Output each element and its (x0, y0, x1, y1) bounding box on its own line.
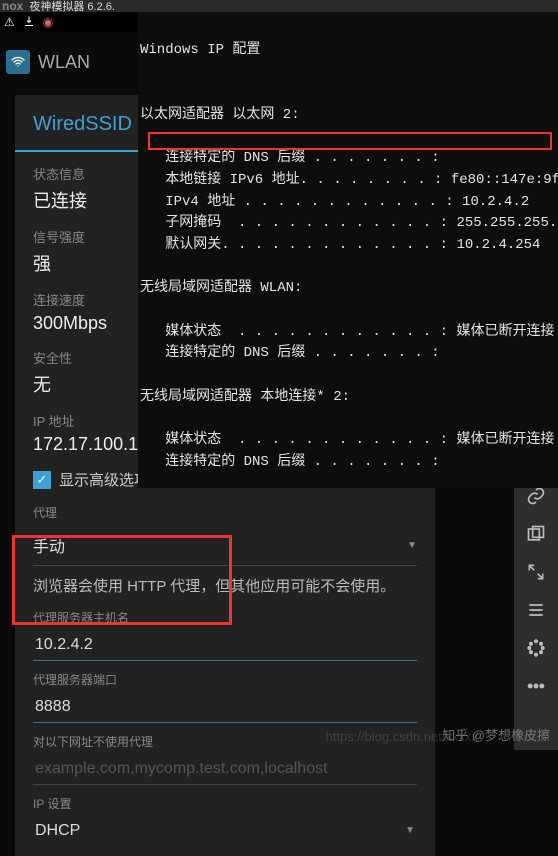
terminal-line: 以太网适配器 以太网 2: (140, 107, 300, 123)
more-icon[interactable] (526, 676, 546, 696)
proxy-host-label: 代理服务器主机名 (33, 609, 417, 626)
multiwindow-icon[interactable] (526, 524, 546, 544)
terminal-line: 连接特定的 DNS 后缀 . . . . . . . : (140, 150, 440, 166)
app-icon: ◉ (43, 15, 53, 29)
proxy-value: 手动 (33, 533, 65, 557)
terminal-line: Windows IP 配置 (140, 42, 260, 58)
terminal-line: 连接特定的 DNS 后缀 . . . . . . . : (140, 345, 440, 361)
menu-icon[interactable] (526, 600, 546, 620)
proxy-label: 代理 (33, 504, 417, 521)
proxy-port-label: 代理服务器端口 (33, 671, 417, 688)
link-icon[interactable] (526, 486, 546, 506)
terminal-line: 媒体状态 . . . . . . . . . . . . : 媒体已断开连接 (140, 432, 554, 448)
watermark-zhihu: 知乎 @梦想橡皮擦 (442, 725, 550, 744)
wlan-header[interactable]: WLAN (0, 42, 140, 82)
terminal-line: 本地链接 IPv6 地址. . . . . . . . : fe80::147e… (140, 172, 558, 188)
proxy-port-input[interactable]: 8888 (33, 692, 417, 723)
proxy-spinner[interactable]: 手动 ▼ (33, 525, 417, 566)
proxy-host-input[interactable]: 10.2.4.2 (33, 630, 417, 661)
wifi-icon (6, 50, 30, 74)
terminal-line: 子网掩码 . . . . . . . . . . . . : 255.255.2… (140, 215, 558, 231)
checkbox-checked-icon[interactable]: ✓ (33, 471, 51, 489)
proxy-note: 浏览器会使用 HTTP 代理，但其他应用可能不会使用。 (33, 576, 417, 599)
bypass-input[interactable]: example.com,mycomp.test.com,localhost (33, 754, 417, 785)
annotation-highlight (148, 132, 552, 150)
terminal-line: 连接特定的 DNS 后缀 . . . . . . . : (140, 454, 440, 470)
ip-settings-value: DHCP (35, 822, 80, 840)
emulator-sidebar (514, 472, 558, 750)
fullscreen-icon[interactable] (526, 562, 546, 582)
cmd-terminal: Windows IP 配置 以太网适配器 以太网 2: 连接特定的 DNS 后缀… (138, 12, 558, 488)
emulator-titlebar: nox 夜神模拟器 6.2.6. (0, 0, 558, 12)
show-advanced-label: 显示高级选项 (59, 469, 149, 490)
loading-icon[interactable] (526, 638, 546, 658)
ip-settings-spinner[interactable]: DHCP ▼ (33, 816, 417, 846)
warning-icon: ⚠ (4, 15, 15, 29)
android-statusbar: ⚠ ◉ (0, 12, 140, 32)
terminal-line: IPv4 地址 . . . . . . . . . . . . : 10.2.4… (140, 194, 529, 210)
dropdown-icon: ▼ (405, 825, 415, 836)
terminal-line: 无线局域网适配器 本地连接* 2: (140, 389, 350, 405)
ip-settings-label: IP 设置 (33, 795, 417, 812)
terminal-line: 媒体状态 . . . . . . . . . . . . : 媒体已断开连接 (140, 324, 554, 340)
dropdown-icon: ▼ (407, 540, 417, 551)
download-icon (23, 15, 35, 30)
terminal-line: 无线局域网适配器 WLAN: (140, 280, 302, 296)
terminal-line: 默认网关. . . . . . . . . . . . . : 10.2.4.2… (140, 237, 540, 253)
wlan-label: WLAN (38, 52, 90, 73)
